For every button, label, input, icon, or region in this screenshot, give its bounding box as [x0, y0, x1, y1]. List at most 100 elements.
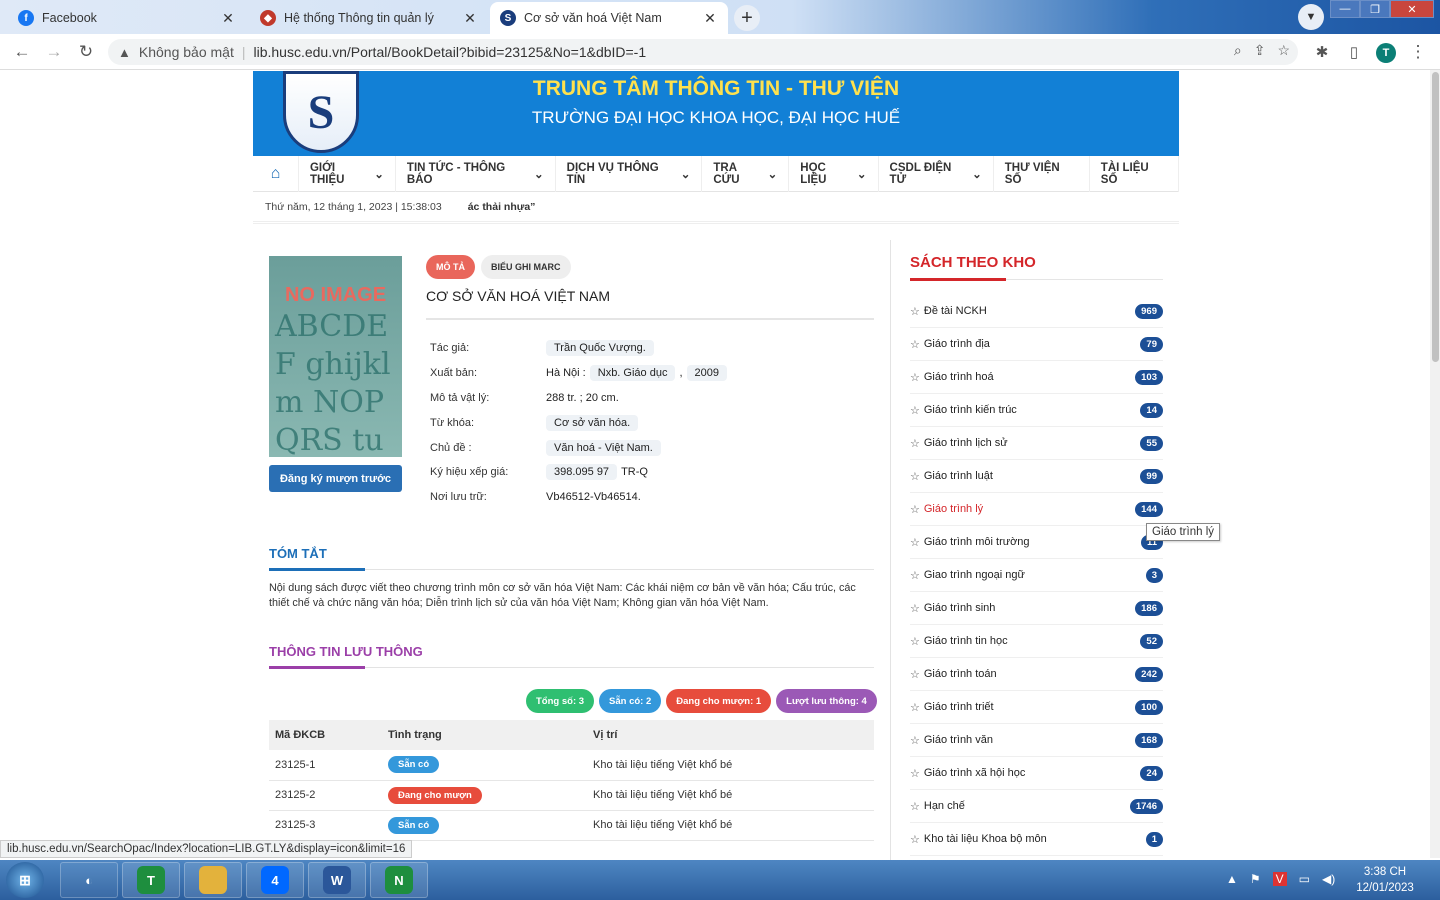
- close-tab-icon[interactable]: ✕: [462, 10, 478, 27]
- close-tab-icon[interactable]: ✕: [702, 10, 718, 27]
- restore-button[interactable]: ❐: [1360, 0, 1390, 18]
- sidebar-item-label[interactable]: Giáo trình sinh: [924, 602, 1135, 614]
- sidebar-item-label[interactable]: Giáo trình triết: [924, 701, 1135, 713]
- sidebar-item-label[interactable]: Giáo trình hoá: [924, 371, 1135, 383]
- tab-marc-record[interactable]: BIỂU GHI MARC: [481, 255, 571, 279]
- sidebar-item[interactable]: ☆ Giáo trình kiến trúc 14: [910, 394, 1163, 427]
- sidebar-item[interactable]: ☆ Giáo trình hoá 103: [910, 361, 1163, 394]
- file-explorer-app[interactable]: [184, 862, 242, 898]
- sidebar-item[interactable]: ☆ Giáo trình văn 168: [910, 724, 1163, 757]
- sidebar-item-label[interactable]: Giáo trình văn: [924, 734, 1135, 746]
- browser-app-2[interactable]: N: [370, 862, 428, 898]
- word-app[interactable]: W: [308, 862, 366, 898]
- news-ticker[interactable]: ác thải nhựa”: [468, 201, 536, 213]
- nav-tra-cuu[interactable]: TRA CỨU ⌄: [701, 155, 788, 192]
- count-badge: 969: [1135, 303, 1163, 319]
- metadata-link[interactable]: 2009: [686, 365, 727, 382]
- sidebar-item[interactable]: ☆ Giáo trình luật 99: [910, 460, 1163, 493]
- sidebar-item[interactable]: ☆ Giáo trình sinh 186: [910, 592, 1163, 625]
- forward-arrow-icon[interactable]: →: [42, 40, 66, 64]
- sidebar-item[interactable]: ☆ Giáo trình tin học 52: [910, 625, 1163, 658]
- sidebar-item[interactable]: ☆ Giao trình ngoại ngữ 3: [910, 559, 1163, 592]
- nav-dich-vu[interactable]: DỊCH VỤ THÔNG TIN ⌄: [554, 155, 702, 192]
- reload-icon[interactable]: ↻: [74, 40, 98, 64]
- tab-search-chevron-icon[interactable]: ▼: [1298, 4, 1324, 30]
- sidebar-item-label[interactable]: Giáo trình kiến trúc: [924, 404, 1141, 416]
- nav-gioi-thieu[interactable]: GIỚI THIỆU ⌄: [297, 155, 395, 192]
- zoom-icon[interactable]: ⌕: [1234, 42, 1242, 59]
- sidebar-item[interactable]: ☆ Giáo trình xã hội học 24: [910, 757, 1163, 790]
- browser-menu-icon[interactable]: ⋮: [1406, 40, 1430, 64]
- warning-icon[interactable]: ▲: [118, 45, 131, 60]
- browser-taskbar-icon[interactable]: ◐: [60, 862, 118, 898]
- taskbar-clock[interactable]: 3:38 CH 12/01/2023: [1345, 864, 1425, 896]
- sidebar-item-label[interactable]: Kho tài liệu Khoa bộ môn: [924, 833, 1146, 845]
- sidebar-item[interactable]: ☆ Giáo trình lịch sử 55: [910, 427, 1163, 460]
- table-row: 23125-3 Sẵn có Kho tài liệu tiếng Việt khổ…: [269, 810, 874, 841]
- start-button[interactable]: ⊞: [6, 862, 44, 898]
- network-icon[interactable]: ▭: [1299, 872, 1310, 886]
- back-arrow-icon[interactable]: ←: [10, 40, 34, 64]
- tab-current-book[interactable]: S Cơ sở văn hoá Việt Nam ✕: [490, 2, 728, 34]
- nav-tai-lieu-so[interactable]: TÀI LIỆU SỐ: [1088, 155, 1179, 192]
- extensions-puzzle-icon[interactable]: ✱: [1310, 40, 1334, 64]
- count-badge: 3: [1145, 567, 1163, 583]
- browser-app[interactable]: T: [122, 862, 180, 898]
- tab-facebook[interactable]: f Facebook ✕: [8, 2, 246, 34]
- sidebar-item-label[interactable]: Hạn chế: [924, 800, 1130, 812]
- profile-avatar[interactable]: T: [1376, 43, 1396, 63]
- tray-expand-icon[interactable]: ▲: [1226, 872, 1238, 886]
- volume-icon[interactable]: ◀): [1322, 872, 1335, 886]
- metadata-value: Hà Nội :: [546, 367, 586, 380]
- zalo-app[interactable]: 4: [246, 862, 304, 898]
- book-metadata: Tác giả: Trần Quốc Vượng. Xuất bản: Hà Nội …: [430, 336, 870, 510]
- metadata-link[interactable]: Văn hoá - Việt Nam.: [546, 439, 661, 456]
- sidebar-item-label[interactable]: Giáo trình xã hội học: [924, 767, 1141, 779]
- nav-csdl[interactable]: CSDL ĐIỆN TỬ ⌄: [877, 155, 993, 192]
- sidebar-item-label[interactable]: Giáo trình môi trường: [924, 536, 1141, 548]
- star-icon: ☆: [910, 404, 920, 417]
- new-tab-button[interactable]: +: [734, 5, 760, 31]
- sidebar-item[interactable]: ☆ Giáo trình lý 144: [910, 493, 1163, 526]
- sidebar-item-label[interactable]: Giáo trình lý: [924, 503, 1135, 515]
- window-close-button[interactable]: ✕: [1390, 0, 1434, 18]
- nav-hoc-lieu[interactable]: HỌC LIỆU ⌄: [788, 155, 877, 192]
- sidebar-item[interactable]: ☆ Hạn chế 1746: [910, 790, 1163, 823]
- sidebar-item[interactable]: ☆ Giáo trình triết 100: [910, 691, 1163, 724]
- close-tab-icon[interactable]: ✕: [220, 10, 236, 27]
- sidebar-item[interactable]: ☆ Giáo trình toán 242: [910, 658, 1163, 691]
- tab-description[interactable]: MÔ TẢ: [426, 255, 475, 279]
- metadata-link[interactable]: Cơ sở văn hóa.: [546, 414, 639, 431]
- metadata-link[interactable]: Nxb. Giáo dục: [589, 365, 676, 382]
- sidebar-item-label[interactable]: Giáo trình toán: [924, 668, 1135, 680]
- table-header-row: Mã ĐKCB Tình trạng Vị trí: [269, 720, 874, 750]
- antivirus-icon[interactable]: V: [1272, 872, 1287, 886]
- sidebar-item[interactable]: ☆ Đề tài NCKH 969: [910, 295, 1163, 328]
- sidebar-item-label[interactable]: Giáo trình địa: [924, 338, 1141, 350]
- sidebar-item[interactable]: ☆ Giáo trình môi trường 11: [910, 526, 1163, 559]
- home-icon[interactable]: ⌂: [253, 165, 298, 183]
- scrollbar-thumb[interactable]: [1432, 72, 1439, 362]
- sidebar-item-label[interactable]: Giao trình ngoại ngữ: [924, 569, 1146, 581]
- minimize-button[interactable]: —: [1330, 0, 1360, 18]
- tab-management-system[interactable]: ◆ Hệ thống Thông tin quản lý ✕: [250, 2, 488, 34]
- sidebar-item-label[interactable]: Giáo trình tin học: [924, 635, 1141, 647]
- side-panel-icon[interactable]: ▯: [1342, 40, 1366, 64]
- nav-thu-vien-so[interactable]: THƯ VIỆN SỐ: [992, 155, 1089, 192]
- sidebar-item[interactable]: ☆ Giáo trình địa 79: [910, 328, 1163, 361]
- share-icon[interactable]: ⇪: [1254, 42, 1266, 59]
- sidebar-item-label[interactable]: Đề tài NCKH: [924, 305, 1135, 317]
- summary-heading: TÓM TẮT: [269, 546, 874, 571]
- metadata-link[interactable]: 398.095 97: [546, 464, 618, 481]
- bookmark-star-icon[interactable]: ☆: [1277, 42, 1290, 59]
- nav-tin-tuc[interactable]: TIN TỨC - THÔNG BÁO ⌄: [394, 155, 555, 192]
- sidebar-item[interactable]: ☆ Kho tài liệu Khoa bộ môn 1: [910, 823, 1163, 856]
- url-text[interactable]: lib.husc.edu.vn/Portal/BookDetail?bibid=…: [253, 44, 646, 60]
- address-bar[interactable]: ▲ Không bảo mật | lib.husc.edu.vn/Portal…: [108, 39, 1298, 65]
- flag-icon[interactable]: ⚑: [1250, 872, 1261, 886]
- metadata-link[interactable]: Trần Quốc Vượng.: [546, 340, 654, 357]
- security-label[interactable]: Không bảo mật: [139, 44, 234, 60]
- sidebar-item-label[interactable]: Giáo trình lịch sử: [924, 437, 1141, 449]
- reserve-button[interactable]: Đăng ký mượn trước: [269, 465, 402, 492]
- sidebar-item-label[interactable]: Giáo trình luật: [924, 470, 1141, 482]
